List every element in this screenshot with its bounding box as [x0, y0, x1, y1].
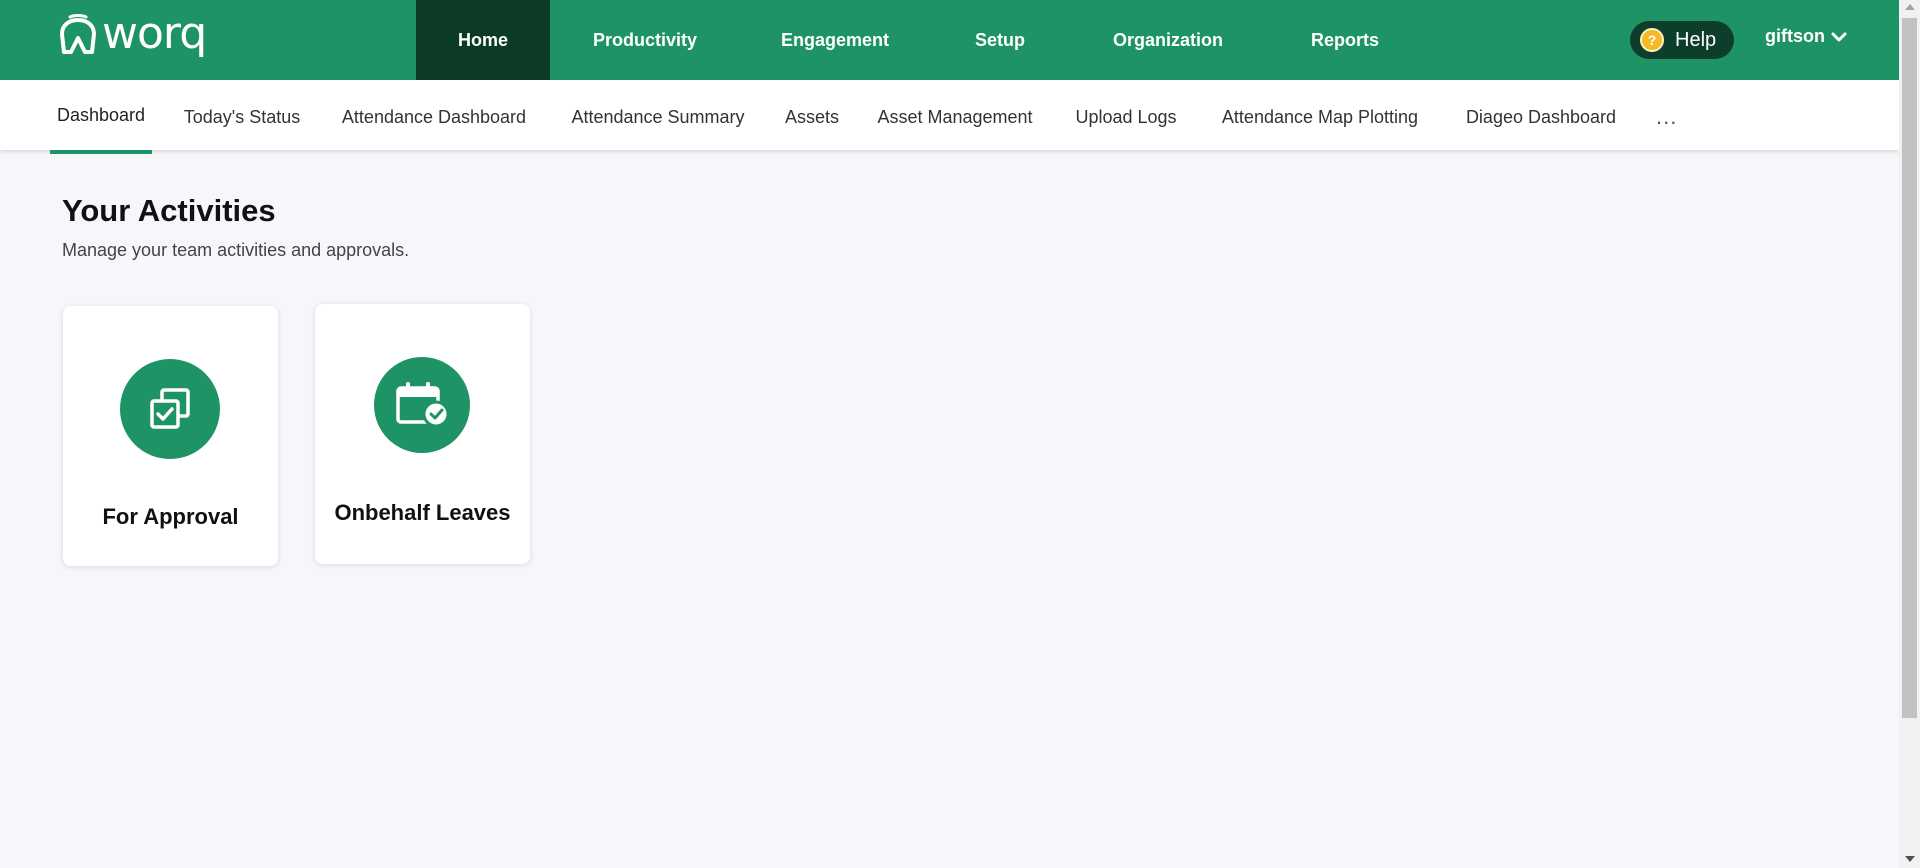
page-title: Your Activities [62, 193, 276, 228]
main-nav: Home Productivity Engagement Setup Organ… [416, 0, 1424, 80]
top-navbar: worq Home Productivity Engagement Setup … [0, 0, 1899, 80]
scroll-thumb[interactable] [1902, 18, 1917, 718]
worq-logo[interactable]: worq [58, 8, 207, 59]
nav-engagement[interactable]: Engagement [740, 0, 930, 80]
subnav-attendance-dashboard[interactable]: Attendance Dashboard [332, 80, 536, 154]
nav-reports[interactable]: Reports [1266, 0, 1424, 80]
card-label: For Approval [102, 504, 239, 529]
question-icon: ? [1640, 28, 1664, 52]
user-menu[interactable]: giftson [1765, 26, 1847, 47]
subnav-upload-logs[interactable]: Upload Logs [1066, 80, 1186, 154]
nav-organization[interactable]: Organization [1070, 0, 1266, 80]
help-button[interactable]: ? Help [1630, 21, 1734, 59]
help-label: Help [1675, 28, 1717, 51]
subnav-asset-management[interactable]: Asset Management [864, 80, 1046, 154]
subnav-dashboard[interactable]: Dashboard [50, 80, 152, 154]
card-onbehalf-leaves[interactable]: Onbehalf Leaves [315, 304, 530, 564]
chevron-down-icon [1831, 32, 1847, 41]
subnav-diageo-dashboard[interactable]: Diageo Dashboard [1454, 80, 1628, 154]
subnav-todays-status[interactable]: Today's Status [170, 80, 314, 154]
approval-icon [120, 359, 220, 459]
nav-productivity[interactable]: Productivity [550, 0, 740, 80]
more-menu-icon[interactable]: ... [1656, 104, 1677, 130]
subnav-assets[interactable]: Assets [780, 80, 844, 154]
subnav-attendance-summary[interactable]: Attendance Summary [556, 80, 760, 154]
nav-home[interactable]: Home [416, 0, 550, 80]
page-subtitle: Manage your team activities and approval… [62, 240, 410, 260]
sub-nav: Dashboard Today's Status Attendance Dash… [0, 80, 1899, 154]
scroll-up-icon[interactable] [1905, 4, 1915, 10]
logo-text: worq [102, 8, 207, 59]
scroll-down-icon[interactable] [1905, 856, 1915, 862]
logo-icon [60, 14, 96, 54]
user-name: giftson [1765, 26, 1825, 46]
calendar-check-icon [374, 357, 470, 453]
vertical-scrollbar[interactable] [1899, 0, 1920, 868]
nav-setup[interactable]: Setup [930, 0, 1070, 80]
card-for-approval[interactable]: For Approval [63, 306, 278, 566]
subnav-attendance-map-plotting[interactable]: Attendance Map Plotting [1206, 80, 1434, 154]
card-label: Onbehalf Leaves [334, 500, 511, 525]
